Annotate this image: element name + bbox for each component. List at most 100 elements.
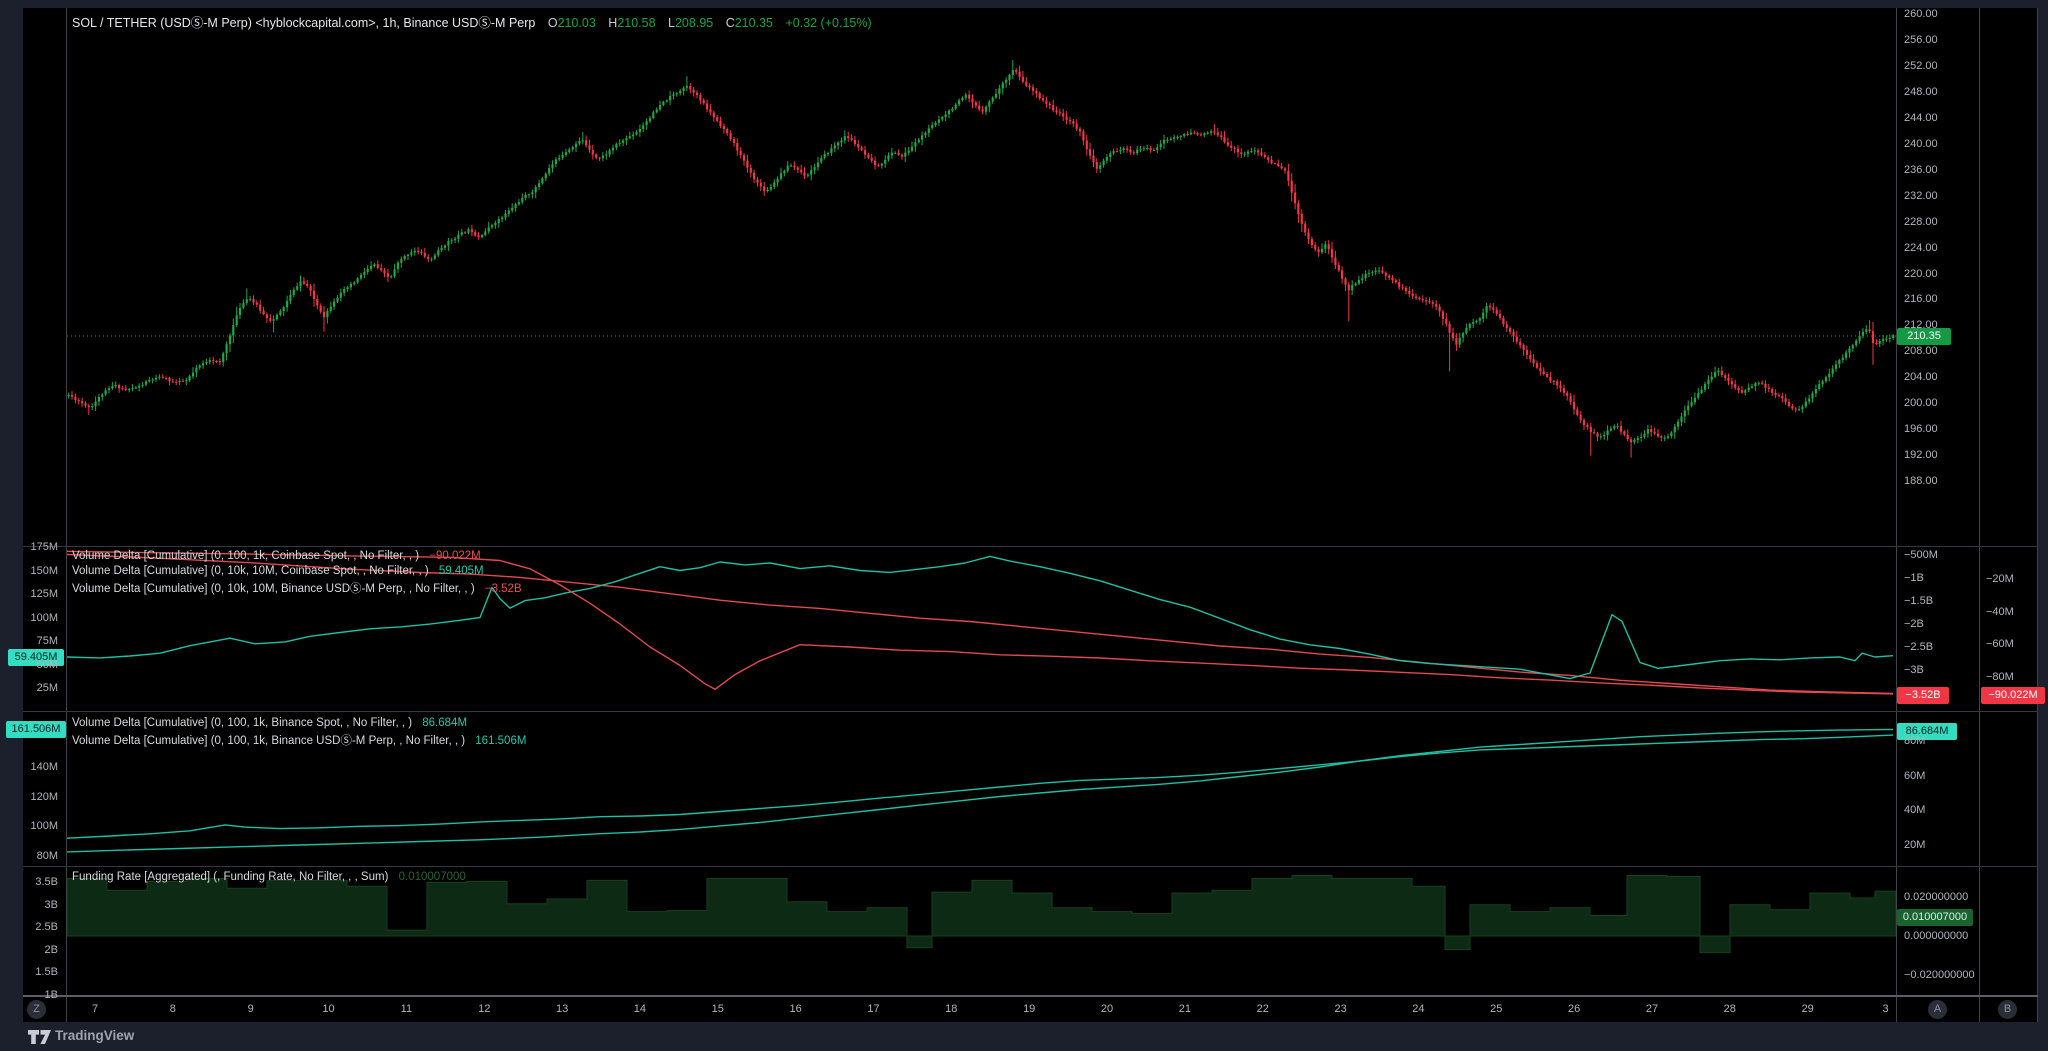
axis-tick: −2.5B bbox=[1904, 639, 1933, 655]
time-tick: 29 bbox=[1788, 1001, 1828, 1017]
axis-tick: −2B bbox=[1904, 616, 1924, 632]
indicator-value: 0.010007000 bbox=[399, 871, 466, 883]
main-series-legend[interactable]: SOL / TETHER (USDⓈ-M Perp) <hyblockcapit… bbox=[72, 12, 872, 31]
time-tick: 21 bbox=[1165, 1001, 1205, 1017]
indicator-legend-row[interactable]: Volume Delta [Cumulative] (0, 100, 1k, B… bbox=[72, 717, 467, 729]
time-tick: 14 bbox=[620, 1001, 660, 1017]
axis-tick: 0.020000000 bbox=[1904, 889, 1968, 905]
time-tick: 22 bbox=[1243, 1001, 1283, 1017]
close-label: C bbox=[726, 16, 735, 30]
indicator-title: Volume Delta [Cumulative] (0, 100, 1k, B… bbox=[72, 735, 465, 747]
axis-tick: 125M bbox=[4, 586, 58, 602]
axis-tick: 200.00 bbox=[1904, 395, 1938, 411]
axis-tick: 100M bbox=[4, 818, 58, 834]
axis-tick: 212.00 bbox=[1904, 317, 1938, 333]
axis-tick: 25M bbox=[4, 680, 58, 696]
axis-tick: 256.00 bbox=[1904, 32, 1938, 48]
indicator-value: 161.506M bbox=[475, 735, 526, 747]
pane-separator-2[interactable] bbox=[23, 711, 2038, 712]
right-scale-separator-b[interactable] bbox=[1979, 8, 1980, 1022]
axis-tick: 260.00 bbox=[1904, 6, 1938, 22]
indicator-value: 86.684M bbox=[422, 717, 467, 729]
indicator-legend-row[interactable]: Volume Delta [Cumulative] (0, 10k, 10M, … bbox=[72, 580, 522, 596]
axis-tick: 175M bbox=[4, 539, 58, 555]
time-tick: 23 bbox=[1321, 1001, 1361, 1017]
time-tick: 20 bbox=[1087, 1001, 1127, 1017]
axis-tick: −3B bbox=[1904, 662, 1924, 678]
axis-tick: 140M bbox=[4, 759, 58, 775]
axis-tick: 188.00 bbox=[1904, 473, 1938, 489]
tradingview-logo-icon[interactable] bbox=[28, 1030, 52, 1045]
axis-tick: −80M bbox=[1986, 669, 2014, 685]
axis-tick: 204.00 bbox=[1904, 369, 1938, 385]
indicator-legend-row[interactable]: Volume Delta [Cumulative] (0, 10k, 10M, … bbox=[72, 565, 484, 577]
time-tick: 12 bbox=[464, 1001, 504, 1017]
right-frame-separator bbox=[2037, 8, 2038, 1022]
axis-tick: 196.00 bbox=[1904, 421, 1938, 437]
axis-tick: 216.00 bbox=[1904, 291, 1938, 307]
axis-tick: 20M bbox=[1904, 837, 1925, 853]
axis-tick: 244.00 bbox=[1904, 110, 1938, 126]
time-tick: 28 bbox=[1710, 1001, 1750, 1017]
indicator-title: Funding Rate [Aggregated] (, Funding Rat… bbox=[72, 871, 388, 883]
pane-separator-1[interactable] bbox=[23, 546, 2038, 547]
time-tick: 13 bbox=[542, 1001, 582, 1017]
time-tick: 7 bbox=[75, 1001, 115, 1017]
open-value: 210.03 bbox=[558, 16, 596, 30]
left-scale-separator bbox=[66, 8, 67, 1022]
axis-tick: 232.00 bbox=[1904, 188, 1938, 204]
time-axis-separator bbox=[23, 995, 2038, 997]
axis-tick: −0.020000000 bbox=[1904, 967, 1975, 983]
pane-separator-3[interactable] bbox=[23, 866, 2038, 867]
scale-mode-button-b[interactable]: B bbox=[1998, 1000, 2017, 1019]
axis-tick: 224.00 bbox=[1904, 240, 1938, 256]
funding-rate-tag: 0.010007000 bbox=[1897, 909, 1973, 926]
indicator-legend-row[interactable]: Volume Delta [Cumulative] (0, 100, 1k, C… bbox=[72, 550, 481, 562]
axis-tick: −1.5B bbox=[1904, 593, 1933, 609]
footer-bar: TradingView bbox=[0, 1022, 2048, 1051]
axis-tick: 2.5B bbox=[4, 919, 58, 935]
axis-tick: 208.00 bbox=[1904, 343, 1938, 359]
indicator-title: Volume Delta [Cumulative] (0, 10k, 10M, … bbox=[72, 583, 475, 595]
symbol-title: SOL / TETHER (USDⓈ-M Perp) <hyblockcapit… bbox=[72, 16, 535, 30]
indicator-value: −3.52B bbox=[485, 583, 522, 595]
axis-tick: −20M bbox=[1986, 571, 2014, 587]
scale-mode-button-a[interactable]: A bbox=[1928, 1000, 1947, 1019]
pane-price[interactable] bbox=[67, 8, 1896, 546]
time-tick: 15 bbox=[698, 1001, 738, 1017]
high-value: 210.58 bbox=[617, 16, 655, 30]
axis-tick: 150M bbox=[4, 563, 58, 579]
cvd-coinbase-1k-tag: −90.022M bbox=[1981, 687, 2045, 704]
tradingview-brand-text[interactable]: TradingView bbox=[55, 1028, 134, 1043]
cvd-binance-perp-tag: −3.52B bbox=[1897, 687, 1949, 704]
time-tick: 3 bbox=[1866, 1001, 1906, 1017]
axis-tick: 80M bbox=[4, 848, 58, 864]
close-value: 210.35 bbox=[735, 16, 773, 30]
scale-mode-button-z[interactable]: Z bbox=[27, 1000, 46, 1019]
cvd-binance-perp-1k-tag: 161.506M bbox=[6, 721, 66, 738]
axis-tick: 220.00 bbox=[1904, 266, 1938, 282]
time-tick: 9 bbox=[231, 1001, 271, 1017]
axis-tick: 252.00 bbox=[1904, 58, 1938, 74]
axis-tick: 192.00 bbox=[1904, 447, 1938, 463]
time-tick: 11 bbox=[386, 1001, 426, 1017]
axis-tick: 50M bbox=[4, 657, 58, 673]
axis-tick: 75M bbox=[4, 633, 58, 649]
indicator-legend-row[interactable]: Volume Delta [Cumulative] (0, 100, 1k, B… bbox=[72, 732, 526, 748]
right-scale-separator-a[interactable] bbox=[1896, 8, 1897, 1022]
axis-tick: −1B bbox=[1904, 570, 1924, 586]
time-tick: 19 bbox=[1009, 1001, 1049, 1017]
axis-tick: 80M bbox=[1904, 733, 1925, 749]
indicator-title: Volume Delta [Cumulative] (0, 10k, 10M, … bbox=[72, 565, 429, 577]
pane-funding[interactable] bbox=[67, 866, 1896, 996]
indicator-title: Volume Delta [Cumulative] (0, 100, 1k, C… bbox=[72, 550, 419, 562]
axis-tick: 0.000000000 bbox=[1904, 928, 1968, 944]
tradingview-chart-window: SOL / TETHER (USDⓈ-M Perp) <hyblockcapit… bbox=[0, 0, 2048, 1051]
indicator-legend-row[interactable]: Funding Rate [Aggregated] (, Funding Rat… bbox=[72, 871, 466, 883]
axis-tick: 3.5B bbox=[4, 874, 58, 890]
time-tick: 17 bbox=[854, 1001, 894, 1017]
time-tick: 18 bbox=[931, 1001, 971, 1017]
price-scale-right-b[interactable] bbox=[1980, 8, 2037, 996]
axis-tick: 228.00 bbox=[1904, 214, 1938, 230]
axis-tick: −40M bbox=[1986, 604, 2014, 620]
